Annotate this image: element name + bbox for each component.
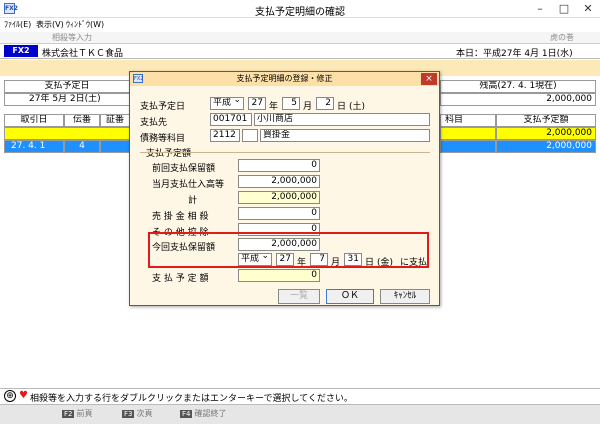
company-row: FX2 株式会社ＴＫＣ食品 本日：平成27年 4月 1日(水)	[0, 44, 600, 59]
tips-button[interactable]: 虎の巻	[550, 32, 574, 43]
menu-view[interactable]: 表示(V)	[36, 19, 64, 30]
fx2-tag: FX2	[4, 45, 38, 57]
heart-icon: ♥	[19, 390, 28, 401]
ok-button[interactable]: ＯＫ	[326, 289, 374, 304]
ar-offset-input[interactable]: 0	[238, 207, 320, 220]
f4-confirm-end-button[interactable]: F4 確認終了	[180, 408, 226, 419]
subtotal-value: 2,000,000	[238, 191, 320, 204]
payee-label: 支払先	[140, 118, 168, 128]
account-code-input[interactable]: 2112	[210, 129, 240, 142]
month-input[interactable]: 5	[282, 97, 300, 110]
window-title: 支払予定明細の確認	[255, 7, 345, 18]
weekday: (土)	[349, 102, 366, 112]
table-row-cell[interactable]	[440, 127, 496, 140]
menu-bar: ﾌｧｲﾙ(E) 表示(V) ｳｨﾝﾄﾞｳ(W)	[0, 18, 600, 32]
prev-retained-input[interactable]: 0	[238, 159, 320, 172]
day-unit: 日	[337, 102, 347, 112]
status-bar: ⊕ ♥ 相殺等を入力する行をダブルクリックまたはエンターキーで選択してください。	[0, 388, 600, 404]
month-unit: 月	[303, 102, 313, 112]
dialog-title-bar: FX2 支払予定明細の登録・修正 ×	[130, 72, 439, 86]
era-select[interactable]: 平成	[210, 97, 244, 110]
payment-date-value: 27年 5月 2日(土)	[4, 93, 130, 106]
account-name-input[interactable]: 買掛金	[260, 129, 430, 142]
payee-code-input[interactable]: 001701	[210, 113, 252, 126]
account-label: 債務等科目	[140, 134, 186, 144]
col-date-header: 取引日	[4, 114, 64, 127]
f3-next-page-button[interactable]: F3 次頁	[122, 408, 152, 419]
day-input[interactable]: 2	[316, 97, 334, 110]
ar-offset-label: 売 掛 金 相 殺	[152, 212, 209, 222]
section-divider	[140, 152, 430, 153]
col-account-header: 科目	[440, 114, 496, 127]
current-purchase-input[interactable]: 2,000,000	[238, 175, 320, 188]
crosshair-icon: ⊕	[4, 390, 16, 402]
dialog-title: 支払予定明細の登録・修正	[236, 74, 333, 83]
toolbar: 相殺等入力 虎の巻	[0, 32, 600, 44]
menu-window[interactable]: ｳｨﾝﾄﾞｳ(W)	[66, 19, 104, 30]
current-purchase-label: 当月支払仕入高等	[152, 180, 225, 190]
scheduled-amount-label: 支 払 予 定 額	[152, 274, 209, 284]
year-input[interactable]: 27	[248, 97, 266, 110]
maximize-icon[interactable]: □	[552, 0, 576, 18]
balance-header: 残高(27. 4. 1現在)	[440, 80, 596, 93]
account-sub-input[interactable]	[242, 129, 258, 142]
function-key-bar: F2 前頁 F3 次頁 F4 確認終了	[0, 404, 600, 424]
minimize-icon[interactable]: –	[528, 0, 552, 18]
table-row[interactable]	[4, 127, 130, 140]
subtotal-label: 計	[188, 196, 198, 206]
menu-file[interactable]: ﾌｧｲﾙ(E)	[4, 19, 31, 30]
row-amount[interactable]: 2,000,000	[496, 127, 596, 140]
offset-input-button[interactable]: 相殺等入力	[52, 32, 92, 43]
emphasis-box	[148, 232, 429, 268]
payment-detail-dialog: FX2 支払予定明細の登録・修正 × 支払予定日 平成 27 年 5 月 2 日…	[129, 71, 440, 306]
close-icon[interactable]: ✕	[576, 0, 600, 18]
row-account[interactable]	[440, 140, 496, 153]
dialog-close-icon[interactable]: ×	[421, 73, 437, 85]
cancel-button[interactable]: ｷｬﾝｾﾙ	[380, 289, 430, 304]
list-button[interactable]: 一覧	[278, 289, 320, 304]
balance-value: 2,000,000	[440, 93, 596, 106]
prev-retained-label: 前回支払保留額	[152, 164, 216, 174]
row-date[interactable]: 27. 4. 1	[4, 140, 64, 153]
col-shoban-header: 証番	[100, 114, 130, 127]
year-unit: 年	[269, 102, 279, 112]
company-name: 株式会社ＴＫＣ食品	[42, 49, 124, 59]
f2-prev-page-button[interactable]: F2 前頁	[62, 408, 92, 419]
payment-date-label: 支払予定日	[140, 102, 186, 112]
row-amount[interactable]: 2,000,000	[496, 140, 596, 153]
window-title-bar: FX2 支払予定明細の確認 – □ ✕	[0, 0, 600, 18]
row-den[interactable]: 4	[64, 140, 100, 153]
scheduled-amount-value: 0	[238, 269, 320, 282]
col-amount-header: 支払予定額	[496, 114, 596, 127]
status-message: 相殺等を入力する行をダブルクリックまたはエンターキーで選択してください。	[30, 394, 353, 404]
col-den-header: 伝番	[64, 114, 100, 127]
dialog-app-icon: FX2	[133, 74, 144, 83]
payment-date-header: 支払予定日	[4, 80, 130, 93]
row-shoban[interactable]	[100, 140, 130, 153]
today-date: 本日：平成27年 4月 1日(水)	[456, 49, 573, 59]
payee-name-input[interactable]: 小川商店	[254, 113, 430, 126]
